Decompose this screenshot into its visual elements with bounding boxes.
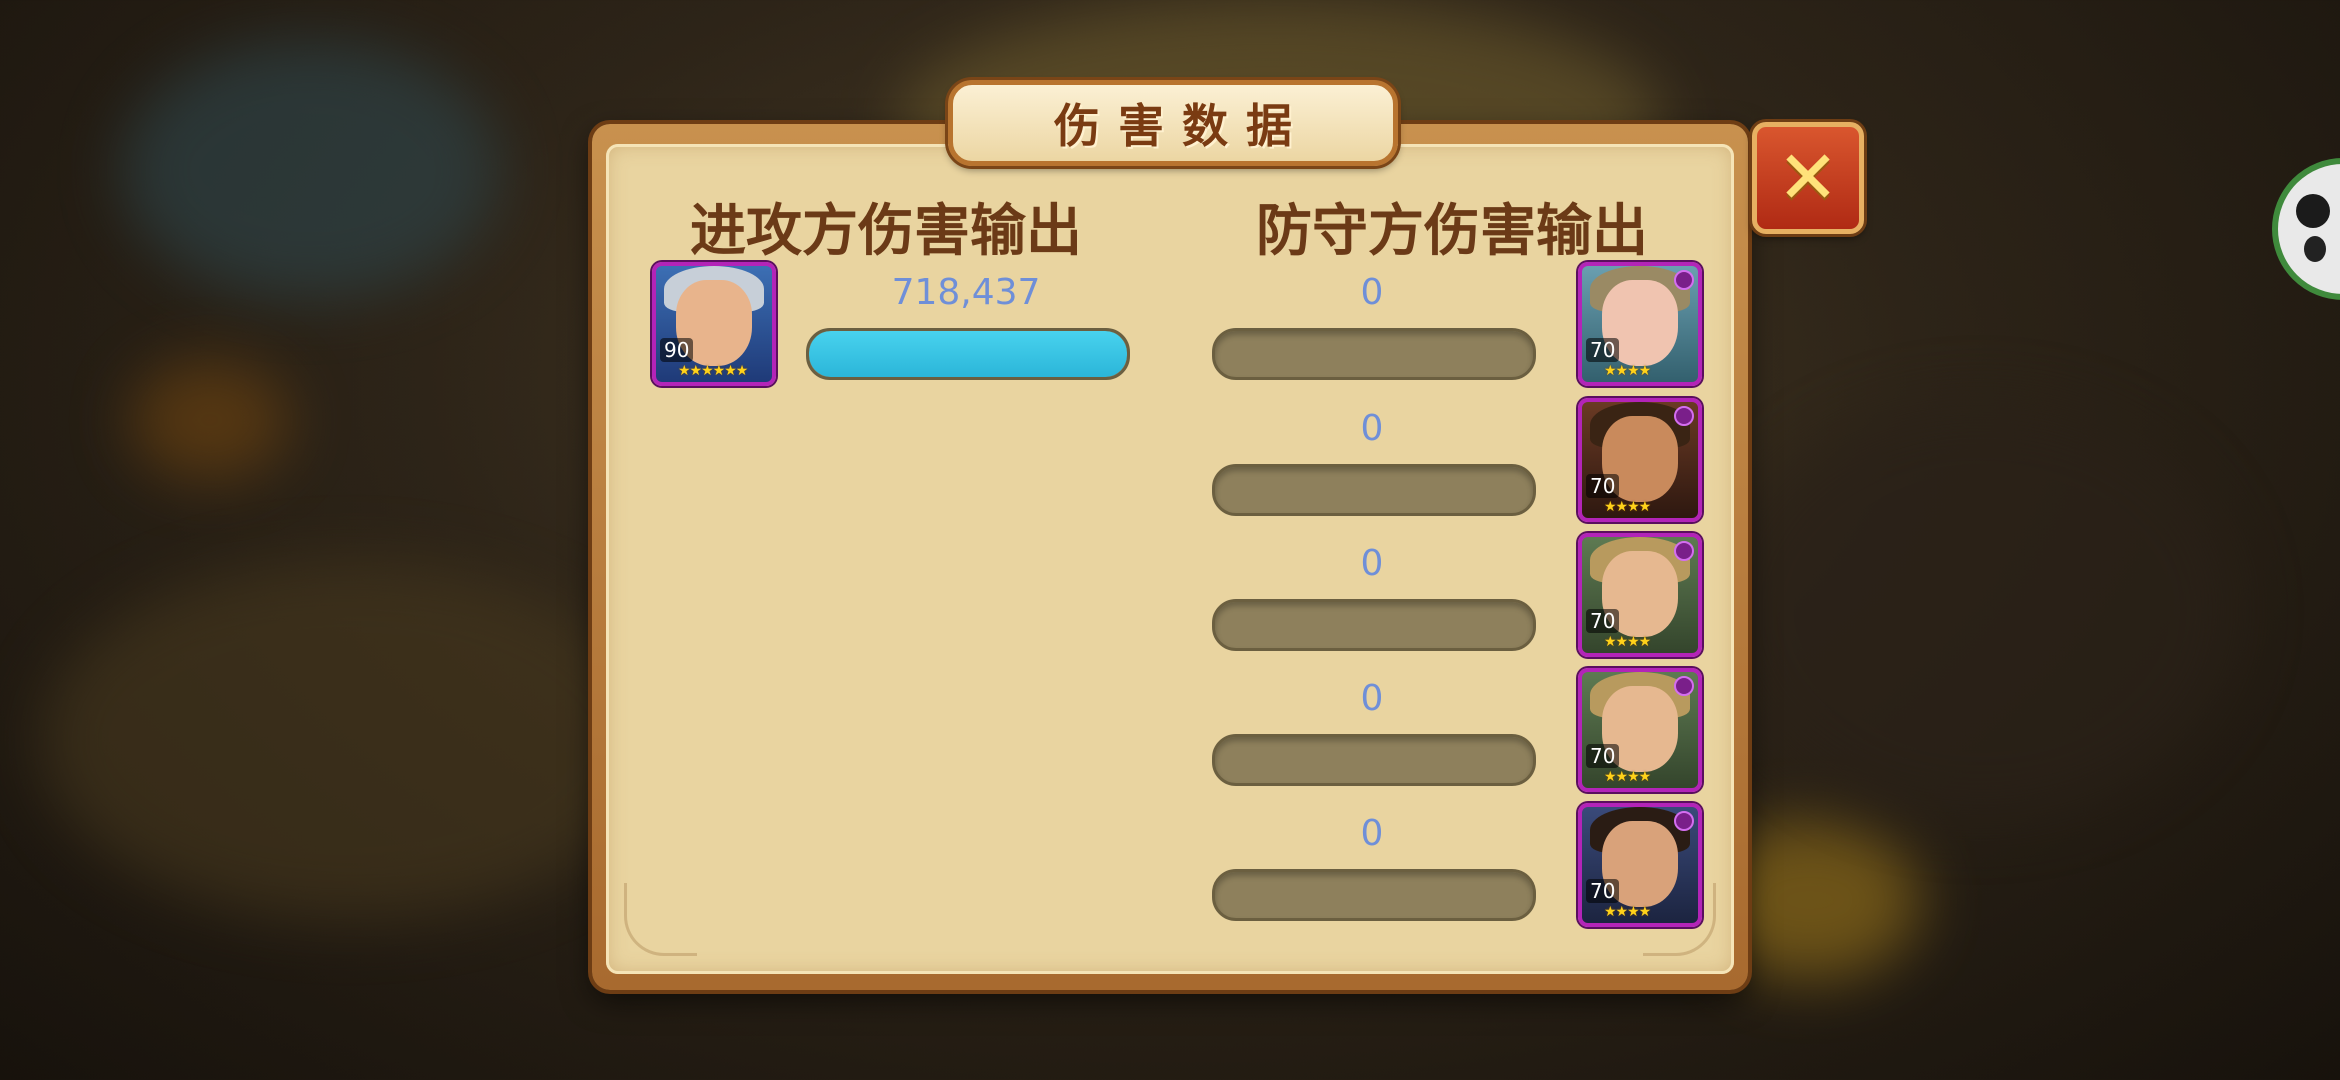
defender-damage-bar: [1212, 869, 1536, 921]
defender-damage-value: 0: [1360, 272, 1384, 313]
hero-gem: [1674, 541, 1694, 561]
hero-level: 70: [1586, 744, 1620, 768]
defender-hero-portrait[interactable]: 70 ★★★★: [1578, 803, 1702, 927]
background-blur: [40, 560, 660, 920]
hero-stars: ★★★★: [1604, 363, 1651, 379]
background-blur: [1720, 400, 2240, 820]
hero-level: 90: [660, 338, 694, 362]
defender-damage-value: 0: [1360, 543, 1384, 584]
background-blur: [120, 40, 500, 300]
corner-ornament: [624, 883, 697, 956]
defender-damage-bar: [1212, 734, 1536, 786]
player-avatar[interactable]: [2272, 158, 2340, 300]
panda-eye: [2304, 236, 2326, 262]
defender-damage-value: 0: [1360, 813, 1384, 854]
dialog-title: 伤害数据: [1054, 99, 1310, 153]
attacker-hero-portrait[interactable]: 90 ★★★★★★: [652, 262, 776, 386]
hero-gem: [1674, 676, 1694, 696]
attacker-heading: 进攻方伤害输出: [690, 199, 1082, 264]
attacker-damage-value: 718,437: [891, 272, 1041, 313]
close-icon: ✕: [1776, 135, 1839, 221]
hero-level: 70: [1586, 338, 1620, 362]
defender-damage-bar: [1212, 464, 1536, 516]
defender-damage-bar: [1212, 328, 1536, 380]
hero-stars: ★★★★★★: [678, 363, 748, 379]
hero-stars: ★★★★: [1604, 769, 1651, 785]
attacker-damage-bar: [806, 328, 1130, 380]
hero-stars: ★★★★: [1604, 904, 1651, 920]
hero-level: 70: [1586, 879, 1620, 903]
background-blur: [130, 360, 290, 480]
close-button[interactable]: ✕: [1752, 122, 1864, 234]
damage-bar-fill: [809, 331, 1127, 377]
defender-hero-portrait[interactable]: 70 ★★★★: [1578, 262, 1702, 386]
hero-gem: [1674, 270, 1694, 290]
hero-level: 70: [1586, 609, 1620, 633]
hero-gem: [1674, 406, 1694, 426]
defender-heading: 防守方伤害输出: [1256, 199, 1648, 264]
panda-ear: [2296, 194, 2330, 228]
defender-hero-portrait[interactable]: 70 ★★★★: [1578, 398, 1702, 522]
defender-damage-value: 0: [1360, 408, 1384, 449]
hero-level: 70: [1586, 474, 1620, 498]
defender-hero-portrait[interactable]: 70 ★★★★: [1578, 533, 1702, 657]
defender-damage-value: 0: [1360, 678, 1384, 719]
defender-damage-bar: [1212, 599, 1536, 651]
hero-stars: ★★★★: [1604, 634, 1651, 650]
defender-hero-portrait[interactable]: 70 ★★★★: [1578, 668, 1702, 792]
hero-stars: ★★★★: [1604, 499, 1651, 515]
hero-gem: [1674, 811, 1694, 831]
dialog-title-plaque: 伤害数据: [948, 80, 1398, 166]
